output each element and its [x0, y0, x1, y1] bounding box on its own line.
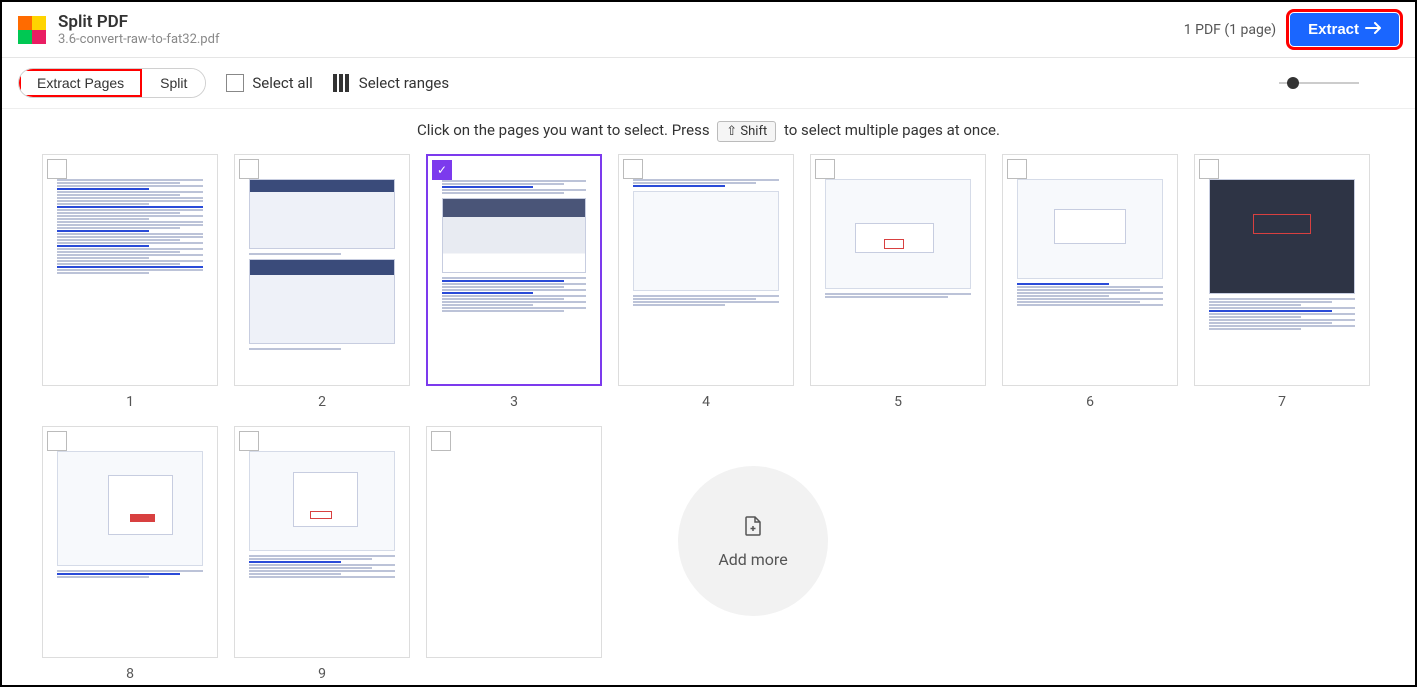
- page-checkbox-9[interactable]: [239, 431, 259, 451]
- select-all-checkbox[interactable]: [226, 74, 244, 92]
- extract-button[interactable]: Extract: [1290, 13, 1399, 46]
- arrow-right-icon: [1365, 21, 1381, 38]
- page-thumbnail-2[interactable]: [234, 154, 410, 386]
- page-number-9: 9: [318, 666, 326, 682]
- page-checkbox-1[interactable]: [47, 159, 67, 179]
- app-logo: [18, 16, 46, 44]
- page-checkbox-2[interactable]: [239, 159, 259, 179]
- extract-button-label: Extract: [1308, 21, 1359, 38]
- ranges-icon: [333, 74, 351, 92]
- page-number-3: 3: [510, 394, 518, 410]
- page-number-6: 6: [1086, 394, 1094, 410]
- page-thumbnail-5[interactable]: [810, 154, 986, 386]
- select-ranges-label: Select ranges: [359, 74, 449, 92]
- page-checkbox-7[interactable]: [1199, 159, 1219, 179]
- page-number-1: 1: [126, 394, 134, 410]
- page-thumbnail-blank[interactable]: [426, 426, 602, 658]
- page-title: Split PDF: [58, 12, 219, 32]
- shift-key-hint: ⇧ Shift: [717, 121, 776, 142]
- page-thumbnail-1[interactable]: [42, 154, 218, 386]
- page-checkbox-5[interactable]: [815, 159, 835, 179]
- page-checkbox-4[interactable]: [623, 159, 643, 179]
- page-checkbox-blank[interactable]: [431, 431, 451, 451]
- add-more-button[interactable]: Add more: [678, 466, 828, 616]
- page-thumbnail-4[interactable]: [618, 154, 794, 386]
- page-checkbox-3[interactable]: ✓: [432, 160, 452, 180]
- tab-split[interactable]: Split: [142, 69, 205, 97]
- mode-toggle: Extract Pages Split: [18, 68, 206, 98]
- tab-extract-pages[interactable]: Extract Pages: [19, 69, 142, 97]
- page-thumbnail-8[interactable]: [42, 426, 218, 658]
- filename-label: 3.6-convert-raw-to-fat32.pdf: [58, 32, 219, 47]
- page-thumbnail-7[interactable]: [1194, 154, 1370, 386]
- page-thumbnail-6[interactable]: [1002, 154, 1178, 386]
- add-file-icon: [741, 514, 765, 538]
- page-number-4: 4: [702, 394, 710, 410]
- page-checkbox-8[interactable]: [47, 431, 67, 451]
- page-number-5: 5: [894, 394, 902, 410]
- zoom-slider[interactable]: [469, 82, 1399, 84]
- page-number-2: 2: [318, 394, 326, 410]
- hint-text: Click on the pages you want to select. P…: [2, 109, 1415, 154]
- page-number-8: 8: [126, 666, 134, 682]
- add-more-label: Add more: [718, 550, 787, 569]
- select-all-label: Select all: [252, 74, 312, 92]
- status-text: 1 PDF (1 page): [1184, 22, 1276, 38]
- page-number-7: 7: [1278, 394, 1286, 410]
- page-checkbox-6[interactable]: [1007, 159, 1027, 179]
- select-ranges-button[interactable]: Select ranges: [333, 74, 449, 92]
- page-thumbnail-9[interactable]: [234, 426, 410, 658]
- page-thumbnail-3[interactable]: ✓: [426, 154, 602, 386]
